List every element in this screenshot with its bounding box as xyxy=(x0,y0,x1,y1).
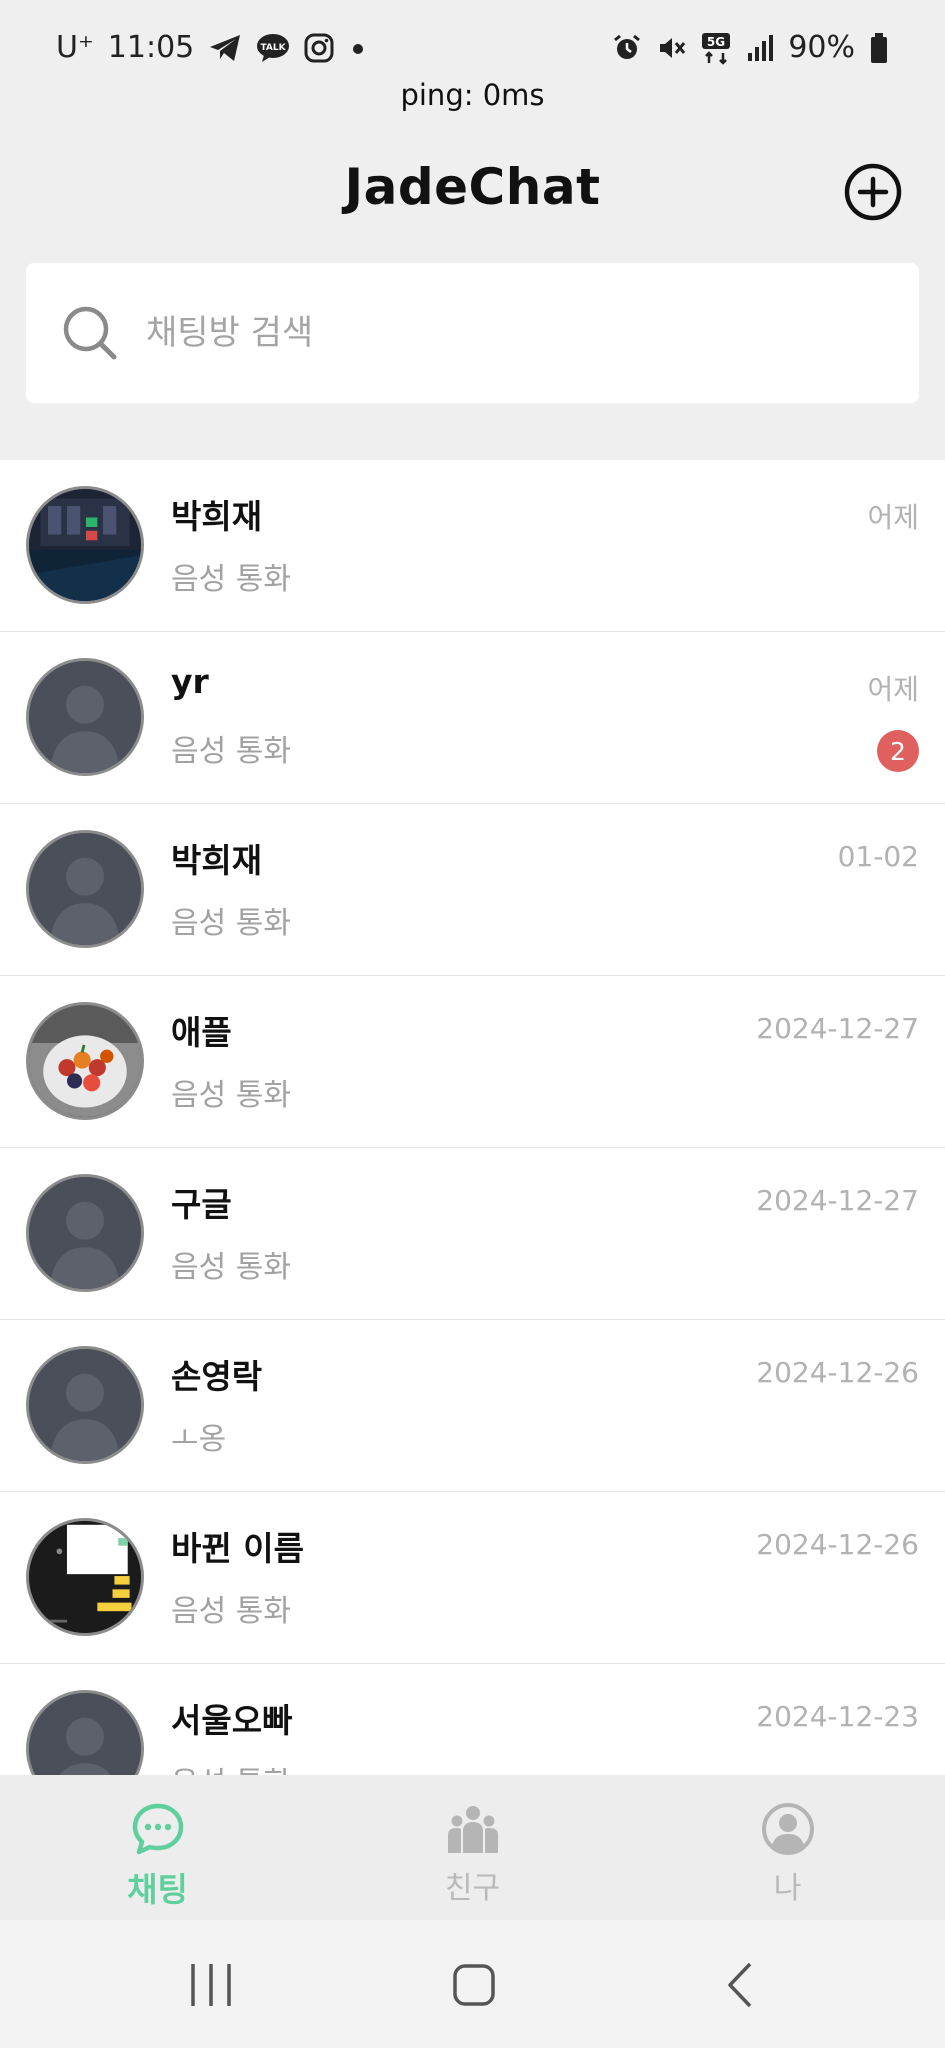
avatar xyxy=(26,830,144,948)
chat-preview: 음성 통화 xyxy=(171,1758,291,1775)
chat-time: 어제 xyxy=(867,501,919,534)
chat-name: 바뀐 이름 xyxy=(171,1529,304,1568)
tab-chat-label: 채팅 xyxy=(127,1870,188,1909)
chat-name: 애플 xyxy=(171,1013,232,1052)
network-5g-icon: 5G xyxy=(700,31,732,65)
chat-list-item[interactable]: 애플음성 통화 2024-12-27 xyxy=(0,976,945,1148)
battery-icon xyxy=(869,32,889,64)
profile-icon xyxy=(761,1803,814,1855)
notification-dot-icon xyxy=(348,33,368,63)
chat-list-item[interactable]: 박희재음성 통화 01-02 xyxy=(0,804,945,976)
default-avatar-icon xyxy=(29,1693,141,1775)
chat-preview: 음성 통화 xyxy=(171,906,291,941)
mute-icon xyxy=(656,33,686,63)
back-button[interactable] xyxy=(710,1958,770,2012)
chat-list-item[interactable]: yr 음성 통화 어제 2 xyxy=(0,632,945,804)
system-nav-bar xyxy=(0,1920,945,2048)
plus-circle-icon xyxy=(844,163,902,221)
status-bar: U⁺ 11:05 TALK 5G 90% ping: 0ms xyxy=(0,0,945,112)
chat-preview: 음성 통화 xyxy=(171,1078,291,1113)
tab-me[interactable]: 나 xyxy=(630,1775,945,1920)
chat-preview: ㅗ옹 xyxy=(171,1422,227,1457)
chat-list-item[interactable]: 구글음성 통화 2024-12-27 xyxy=(0,1148,945,1320)
chat-preview: 음성 통화 xyxy=(171,734,291,769)
network-label: 5G xyxy=(707,35,725,49)
avatar xyxy=(26,1518,144,1636)
chat-name: 손영락 xyxy=(171,1357,263,1396)
search-bar[interactable] xyxy=(26,263,919,403)
bottom-nav: 채팅 친구 나 xyxy=(0,1775,945,1920)
chat-time: 2024-12-27 xyxy=(756,1012,919,1045)
default-avatar-icon xyxy=(29,1349,141,1461)
chat-list-item[interactable]: 서울오빠음성 통화 2024-12-23 xyxy=(0,1664,945,1775)
chat-list: 박희재 음성 통화 어제 yr 음성 통화 어제 2 박희재 음성 통화 01-02 애플 음성 통화… xyxy=(0,460,945,1775)
chat-time: 01-02 xyxy=(837,840,919,873)
talk-icon: TALK xyxy=(256,33,290,63)
status-left: U⁺ 11:05 TALK xyxy=(56,30,368,65)
chat-time: 어제 xyxy=(867,673,919,706)
status-right: 5G 90% xyxy=(612,30,889,65)
chat-time: 2024-12-23 xyxy=(756,1700,919,1733)
app-header: JadeChat xyxy=(0,140,945,240)
chat-name: 박희재 xyxy=(171,841,263,880)
add-chat-button[interactable] xyxy=(843,162,903,222)
avatar-photo-icon xyxy=(29,489,141,601)
default-avatar-icon xyxy=(29,1177,141,1289)
avatar xyxy=(26,1174,144,1292)
chat-name: 구글 xyxy=(171,1185,232,1224)
avatar xyxy=(26,1346,144,1464)
default-avatar-icon xyxy=(29,833,141,945)
tab-friends[interactable]: 친구 xyxy=(315,1775,630,1920)
clock: 11:05 xyxy=(107,30,195,65)
chat-time: 2024-12-26 xyxy=(756,1528,919,1561)
ping-label: ping: 0ms xyxy=(400,78,545,112)
search-input[interactable] xyxy=(146,313,846,353)
svg-text:TALK: TALK xyxy=(261,43,287,53)
chat-bubble-icon xyxy=(132,1803,183,1855)
tab-chat[interactable]: 채팅 xyxy=(0,1775,315,1920)
chat-preview: 음성 통화 xyxy=(171,1594,291,1629)
chat-time: 2024-12-27 xyxy=(756,1184,919,1217)
chat-list-item[interactable]: 박희재음성 통화 어제 xyxy=(0,460,945,632)
friends-icon xyxy=(447,1806,498,1853)
recent-apps-button[interactable] xyxy=(181,1958,241,2012)
instagram-icon xyxy=(304,33,334,63)
chat-time: 2024-12-26 xyxy=(756,1356,919,1389)
chat-list-item[interactable]: 바뀐 이름음성 통화 2024-12-26 xyxy=(0,1492,945,1664)
avatar-photo-icon xyxy=(29,1005,141,1117)
signal-icon xyxy=(746,33,774,63)
avatar-photo-icon xyxy=(29,1521,141,1633)
app-title: JadeChat xyxy=(344,158,601,216)
chat-name: yr xyxy=(171,662,209,701)
chat-name: 서울오빠 xyxy=(171,1701,293,1740)
chat-name: 박희재 xyxy=(171,497,263,536)
back-icon xyxy=(728,1962,752,2008)
carrier-label: U⁺ xyxy=(56,30,94,65)
avatar xyxy=(26,1690,144,1775)
alarm-icon xyxy=(612,33,642,63)
tab-friends-label: 친구 xyxy=(444,1871,501,1906)
home-icon xyxy=(453,1964,495,2006)
unread-badge: 2 xyxy=(877,730,919,772)
search-icon xyxy=(63,306,117,360)
home-button[interactable] xyxy=(444,1958,504,2012)
chat-list-item[interactable]: 손영락 ㅗ옹 2024-12-26 xyxy=(0,1320,945,1492)
chat-preview: 음성 통화 xyxy=(171,562,291,597)
tab-me-label: 나 xyxy=(773,1871,802,1906)
telegram-icon xyxy=(208,33,242,63)
avatar xyxy=(26,1002,144,1120)
chat-preview: 음성 통화 xyxy=(171,1250,291,1285)
avatar xyxy=(26,486,144,604)
default-avatar-icon xyxy=(29,661,141,773)
avatar xyxy=(26,658,144,776)
recent-apps-icon xyxy=(191,1964,231,2006)
battery-percent: 90% xyxy=(788,30,855,65)
